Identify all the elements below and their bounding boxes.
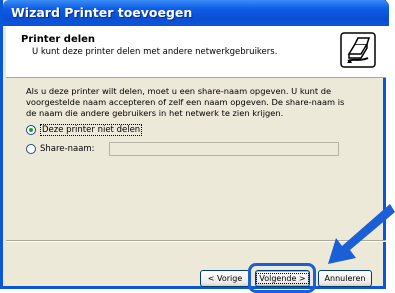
cancel-button[interactable]: Annuleren: [318, 270, 372, 287]
share-name-option[interactable]: Share-naam:: [26, 144, 95, 154]
share-name-input[interactable]: [109, 142, 339, 156]
share-name-label[interactable]: Share-naam:: [40, 144, 95, 154]
description-text: Als u deze printer wilt delen, moet u ee…: [26, 86, 345, 118]
no-share-label[interactable]: Deze printer niet delen: [40, 124, 143, 136]
title-bar[interactable]: Wizard Printer toevoegen: [3, 0, 389, 26]
window-title: Wizard Printer toevoegen: [11, 5, 193, 20]
wizard-header: Printer delen U kunt deze printer delen …: [6, 26, 386, 78]
back-button[interactable]: < Vorige: [200, 270, 250, 287]
no-share-option[interactable]: Deze printer niet delen: [26, 124, 143, 136]
next-button-highlight: [248, 263, 316, 293]
share-name-radio[interactable]: [26, 144, 36, 154]
header-title: Printer delen: [21, 34, 96, 45]
pointer-arrow-icon: [328, 204, 395, 264]
back-button-label: < Vorige: [207, 274, 243, 283]
no-share-radio[interactable]: [26, 125, 36, 135]
printer-share-icon: [340, 32, 376, 68]
header-subtitle: U kunt deze printer delen met andere net…: [32, 47, 278, 57]
cancel-button-label: Annuleren: [324, 274, 366, 283]
